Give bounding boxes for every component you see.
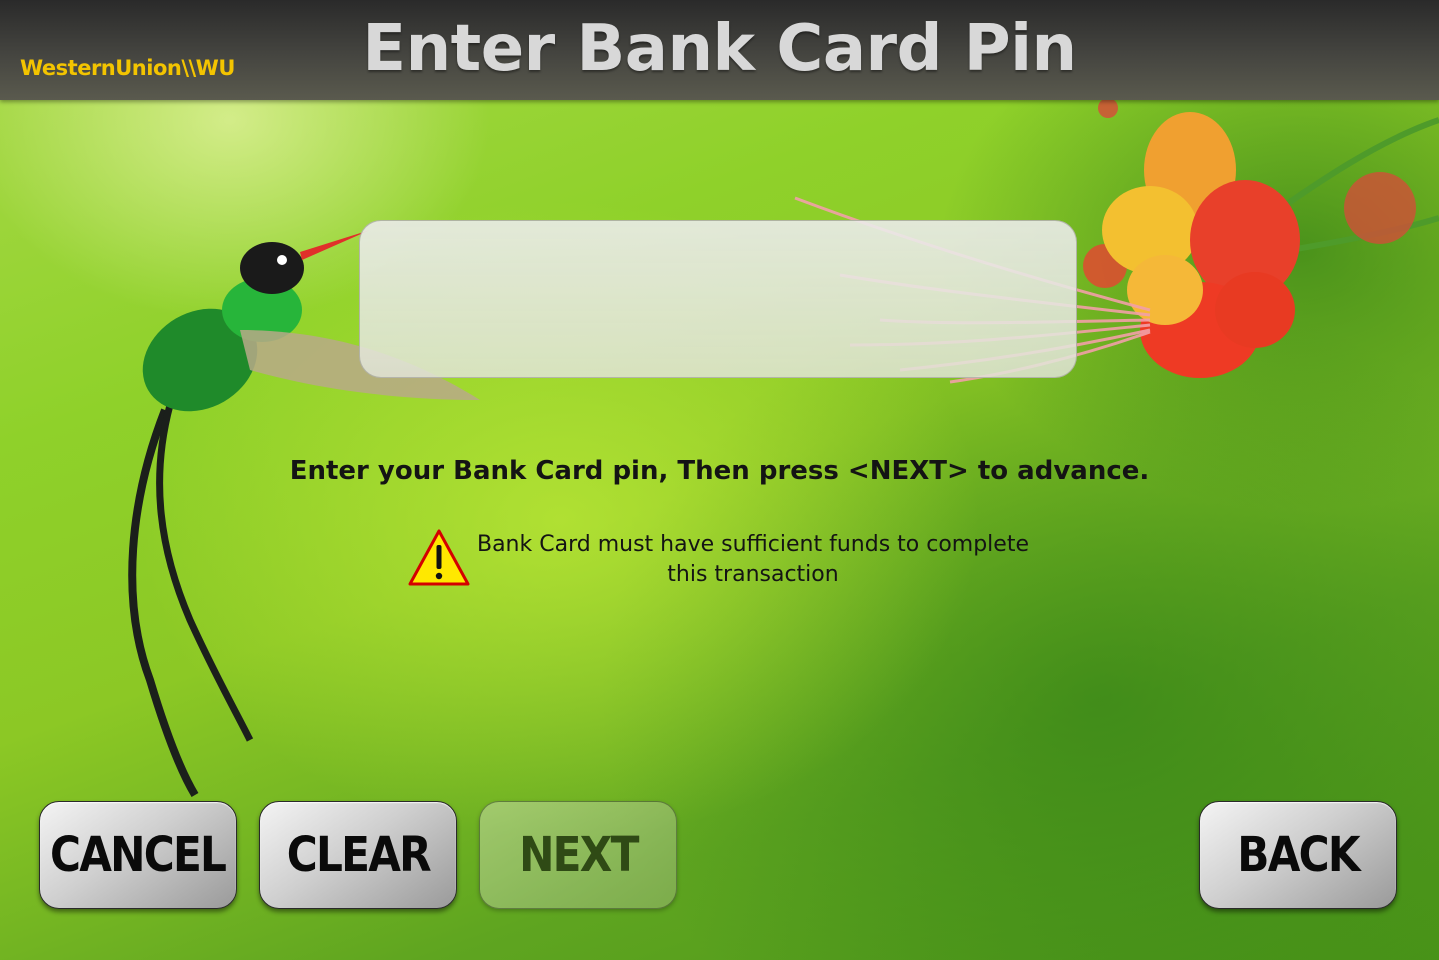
cancel-button[interactable]: CANCEL bbox=[39, 801, 237, 909]
warning-message: Bank Card must have sufficient funds to … bbox=[407, 528, 1047, 592]
clear-button[interactable]: CLEAR bbox=[259, 801, 457, 909]
next-button-label: NEXT bbox=[518, 827, 639, 883]
instruction-text: Enter your Bank Card pin, Then press <NE… bbox=[289, 456, 1150, 486]
warning-line-1: Bank Card must have sufficient funds to … bbox=[476, 532, 1029, 557]
warning-triangle-icon bbox=[408, 529, 470, 586]
warning-text: Bank Card must have sufficient funds to … bbox=[473, 530, 1033, 590]
header-bar: WesternUnion\\WU Enter Bank Card Pin bbox=[0, 0, 1439, 100]
clear-button-label: CLEAR bbox=[286, 827, 431, 883]
pin-input[interactable] bbox=[359, 220, 1077, 378]
back-button-label: BACK bbox=[1237, 827, 1360, 883]
background-photo bbox=[128, 100, 1439, 798]
next-button[interactable]: NEXT bbox=[479, 801, 677, 909]
page-title: Enter Bank Card Pin bbox=[362, 12, 1077, 86]
cancel-button-label: CANCEL bbox=[50, 827, 227, 883]
back-button[interactable]: BACK bbox=[1199, 801, 1397, 909]
warning-line-2: this transaction bbox=[667, 562, 839, 587]
